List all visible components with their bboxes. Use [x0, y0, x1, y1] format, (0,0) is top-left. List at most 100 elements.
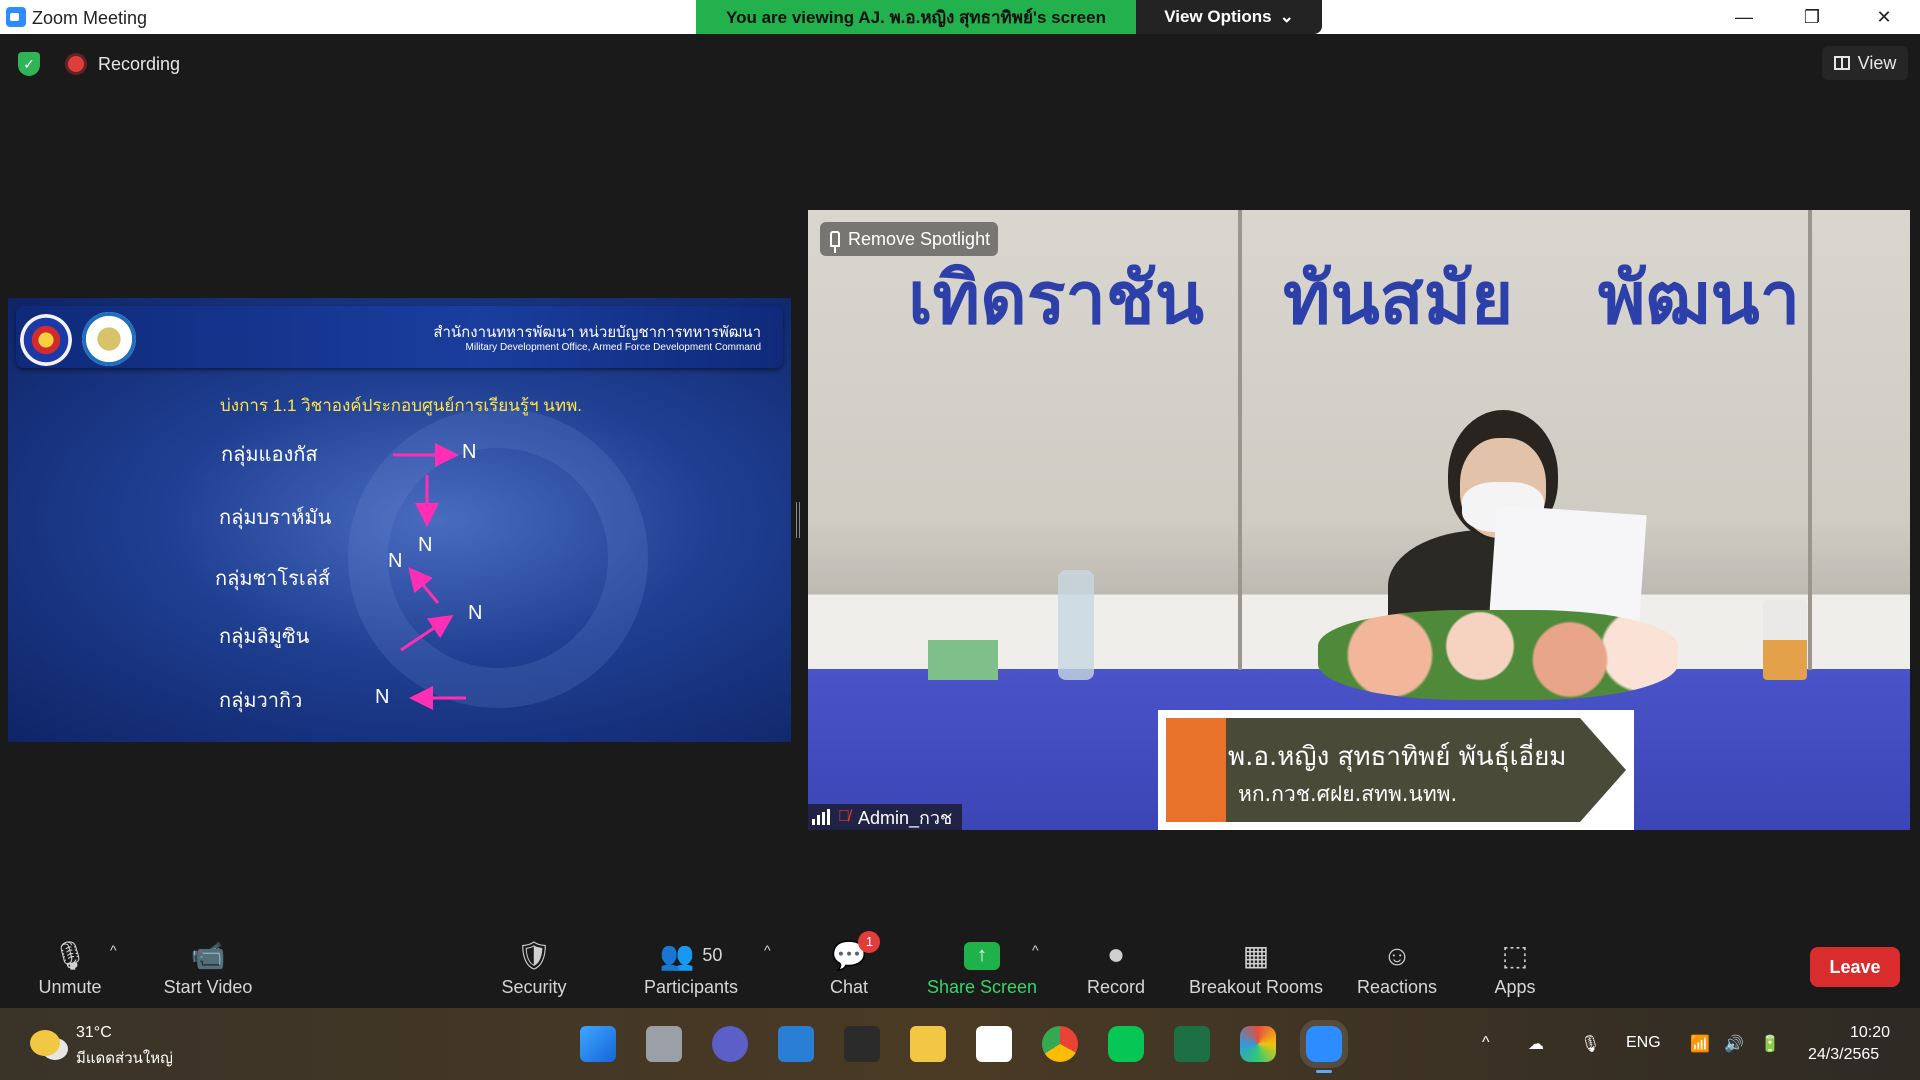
- restore-button[interactable]: ❐: [1778, 0, 1846, 34]
- share-screen-label: Share Screen: [926, 976, 1038, 997]
- active-app-indicator: [1316, 1070, 1332, 1073]
- participants-icon: 👥 50: [659, 940, 723, 971]
- backdrop-panel-seam: [1808, 210, 1812, 670]
- start-video-button[interactable]: 📹 Start Video: [158, 928, 258, 1008]
- security-button[interactable]: 🛡 Security: [494, 928, 574, 1008]
- security-label: Security: [501, 976, 567, 997]
- clock-date[interactable]: 24/3/2565: [1808, 1046, 1879, 1064]
- wifi-icon[interactable]: 📶: [1690, 1034, 1710, 1054]
- nameplate-title: หก.กวช.ศฝย.สทพ.นทพ.: [1238, 782, 1458, 806]
- reactions-icon: ☺: [1382, 939, 1412, 971]
- apps-button[interactable]: ⬚ Apps: [1480, 928, 1550, 1008]
- weather-temperature[interactable]: 31°C: [76, 1024, 112, 1042]
- unmute-label: Unmute: [38, 976, 102, 997]
- document-paper: [1489, 504, 1647, 626]
- video-off-icon: 📹: [190, 940, 226, 971]
- participants-label: Participants: [643, 976, 739, 997]
- juice-glass: [1763, 600, 1807, 680]
- leave-button[interactable]: Leave: [1810, 947, 1900, 987]
- slide-arrows: [393, 443, 466, 710]
- language-indicator[interactable]: ENG: [1626, 1034, 1661, 1052]
- volume-icon[interactable]: 🔊: [1724, 1034, 1744, 1054]
- breakout-rooms-button[interactable]: ▦ Breakout Rooms: [1186, 928, 1326, 1008]
- show-hidden-icons-chevron[interactable]: ^: [1482, 1034, 1490, 1052]
- reactions-label: Reactions: [1356, 976, 1438, 997]
- share-screen-button[interactable]: ↑ Share Screen: [922, 928, 1042, 1008]
- record-button[interactable]: ⏺ Record: [1076, 928, 1156, 1008]
- window-title: Zoom Meeting: [32, 8, 148, 28]
- mic-muted-icon: 🎙̸: [838, 808, 850, 825]
- chrome-icon[interactable]: [1042, 1026, 1078, 1062]
- recording-label: Recording: [98, 54, 181, 74]
- shield-icon: 🛡: [516, 940, 552, 971]
- nameplate-name: พ.อ.หญิง สุทธาทิพย์ พันธุ์เอี่ยม: [1228, 742, 1567, 772]
- participants-options-caret[interactable]: ^: [764, 942, 771, 958]
- line-icon[interactable]: [1108, 1026, 1144, 1062]
- file-explorer-icon[interactable]: [910, 1026, 946, 1062]
- participant-name: Admin_กวช: [858, 807, 953, 828]
- mic-muted-icon: 🎙: [52, 940, 88, 971]
- weather-description[interactable]: มีแดดส่วนใหญ่: [76, 1046, 173, 1070]
- remove-spotlight-button[interactable]: Remove Spotlight: [820, 222, 999, 256]
- shared-screen[interactable]: สำนักงานทหารพัฒนา หน่วยบัญชาการทหารพัฒนา…: [8, 298, 791, 742]
- breakout-rooms-icon: ▦: [1242, 940, 1270, 971]
- record-label: Record: [1086, 976, 1146, 997]
- apps-icon: ⬚: [1501, 940, 1529, 971]
- windows-start-icon[interactable]: [580, 1026, 616, 1062]
- excel-icon[interactable]: [1174, 1026, 1210, 1062]
- arrow-up-left: [408, 567, 440, 604]
- chevron-down-icon: ⌄: [1279, 7, 1294, 26]
- pin-icon: [830, 231, 840, 253]
- zoom-taskbar-icon[interactable]: [1306, 1026, 1342, 1062]
- water-bottle: [1058, 570, 1094, 680]
- backdrop-word: ทันสมัย: [1283, 256, 1514, 340]
- grid-view-icon: [1833, 56, 1850, 70]
- chat-unread-badge: 1: [858, 930, 881, 953]
- security-shield-icon[interactable]: ✓: [18, 52, 40, 76]
- mail-icon[interactable]: [778, 1026, 814, 1062]
- apps-label: Apps: [1494, 976, 1536, 997]
- panel-splitter-handle[interactable]: [796, 502, 800, 538]
- backdrop-panel-seam: [1238, 210, 1242, 670]
- spotlight-video[interactable]: เทิดราชัน ทันสมัย พัฒนา พ.อ.หญิง สุทธาทิ…: [808, 210, 1910, 830]
- tissue-box: [928, 640, 998, 680]
- dropbox-icon[interactable]: [976, 1026, 1012, 1062]
- viewing-screen-banner: You are viewing AJ. พ.อ.หญิง สุทธาทิพย์'…: [696, 0, 1136, 34]
- share-screen-icon: ↑: [964, 941, 1000, 970]
- close-button[interactable]: ✕: [1850, 0, 1918, 34]
- chat-button[interactable]: 💬 1 Chat: [814, 928, 884, 1008]
- chat-label: Chat: [829, 976, 869, 997]
- title-bar: Zoom Meeting You are viewing AJ. พ.อ.หญิ…: [0, 0, 1920, 34]
- chat-icon: 💬 1: [832, 930, 881, 973]
- view-button[interactable]: View: [1822, 46, 1908, 80]
- signal-strength-icon: [812, 809, 830, 825]
- flower-arrangement: [1318, 610, 1678, 700]
- view-label: View: [1857, 52, 1897, 73]
- audio-options-caret[interactable]: ^: [110, 942, 117, 958]
- microphone-icon[interactable]: 🎙: [1580, 1034, 1600, 1054]
- photos-icon[interactable]: [1240, 1026, 1276, 1062]
- record-icon: ⏺: [1108, 939, 1123, 970]
- teams-chat-icon[interactable]: [712, 1026, 748, 1062]
- onedrive-icon[interactable]: ☁: [1528, 1034, 1544, 1054]
- start-video-label: Start Video: [163, 976, 253, 997]
- task-view-icon[interactable]: [646, 1026, 682, 1062]
- speaker-nameplate: พ.อ.หญิง สุทธาทิพย์ พันธุ์เอี่ยม หก.กวช.…: [1158, 710, 1634, 830]
- meeting-toolbar: 🎙 Unmute ^ 📹 Start Video 🛡 Security 👥 50 …: [0, 928, 1920, 1008]
- share-options-caret[interactable]: ^: [1032, 942, 1039, 958]
- app-launcher-icon[interactable]: [844, 1026, 880, 1062]
- minimize-button[interactable]: —: [1710, 0, 1778, 34]
- view-options-label: View Options: [1164, 7, 1272, 26]
- breakout-rooms-label: Breakout Rooms: [1188, 976, 1324, 997]
- remove-spotlight-label: Remove Spotlight: [848, 228, 991, 249]
- backdrop-word: พัฒนา: [1598, 256, 1801, 340]
- participants-button[interactable]: 👥 50 Participants: [636, 928, 746, 1008]
- unmute-button[interactable]: 🎙 Unmute: [30, 928, 110, 1008]
- clock-time[interactable]: 10:20: [1850, 1024, 1890, 1042]
- battery-icon[interactable]: 🔋: [1760, 1034, 1780, 1054]
- weather-icon[interactable]: [30, 1030, 60, 1056]
- participants-count: 50: [702, 945, 723, 965]
- view-options-button[interactable]: View Options ⌄: [1136, 0, 1322, 34]
- recording-icon: [68, 56, 84, 72]
- reactions-button[interactable]: ☺ Reactions: [1352, 928, 1442, 1008]
